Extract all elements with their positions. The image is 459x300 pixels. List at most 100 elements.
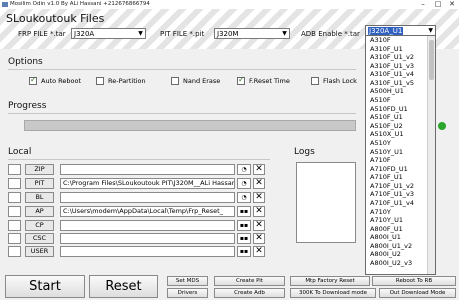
re-partition-checkbox[interactable]: Re-Partition xyxy=(96,77,146,85)
spinner-icon[interactable]: ◔ xyxy=(237,178,251,189)
user-clear-button[interactable]: ✕ xyxy=(253,246,265,257)
300k-to-download-button[interactable]: 300K To Download mode xyxy=(290,288,376,298)
adb-option[interactable]: A710FD_U1 xyxy=(366,165,428,174)
auto-reboot-label: Auto Reboot xyxy=(41,77,82,85)
ap-path-field[interactable]: C:\Users\modem\AppData\Local\Temp\Frp_Re… xyxy=(60,206,235,217)
cp-clear-button[interactable]: ✕ xyxy=(253,220,265,231)
adb-option[interactable]: A710Y xyxy=(366,208,428,217)
title-bar: Mosilim Odin v1.0 By ALi Hassani +212676… xyxy=(0,0,459,9)
dropdown-scrollbar[interactable] xyxy=(427,36,435,274)
adb-option[interactable]: A510F_U1 xyxy=(366,113,428,122)
spinner-icon[interactable]: ◔ xyxy=(237,164,251,175)
adb-option[interactable]: A310F_U1_v3 xyxy=(366,62,428,71)
ap-enable-checkbox[interactable] xyxy=(8,206,21,217)
checkbox-icon xyxy=(96,77,104,85)
bl-clear-button[interactable]: ✕ xyxy=(253,192,265,203)
local-title: Local xyxy=(8,147,32,157)
close-button[interactable]: ✕ xyxy=(445,0,459,9)
user-enable-checkbox[interactable] xyxy=(8,246,21,257)
auto-reboot-checkbox[interactable]: Auto Reboot xyxy=(29,75,82,85)
reboot-to-rb-button[interactable]: Reboot To RB xyxy=(372,276,456,286)
frp-file-value: J320A xyxy=(74,30,95,38)
adb-option[interactable]: A800I_U1_v2 xyxy=(366,242,428,251)
zip-enable-checkbox[interactable] xyxy=(8,164,21,175)
adb-option[interactable]: A510F xyxy=(366,96,428,105)
adb-option[interactable]: A710F_U1_v3 xyxy=(366,190,428,199)
csc-clear-button[interactable]: ✕ xyxy=(253,233,265,244)
bl-file-button[interactable]: BL xyxy=(25,192,54,203)
adb-enable-label: ADB Enable *.tar xyxy=(301,30,360,38)
bl-path-field[interactable] xyxy=(60,192,235,203)
chevron-down-icon: ▼ xyxy=(138,30,143,37)
adb-option[interactable]: A310F_U1_v5 xyxy=(366,79,428,88)
csc-path-field[interactable] xyxy=(60,233,235,244)
flash-lock-label: Flash Lock xyxy=(323,77,357,85)
user-file-button[interactable]: USER xyxy=(25,246,54,257)
flash-lock-checkbox[interactable]: Flash Lock xyxy=(311,77,357,85)
pit-file-button[interactable]: PIT xyxy=(25,178,54,189)
csc-file-button[interactable]: CSC xyxy=(25,233,54,244)
cp-path-field[interactable] xyxy=(60,220,235,231)
checkbox-icon xyxy=(311,77,319,85)
adb-enable-dropdown[interactable]: J320A_U1 ▼ A310F A310F_U1 A310F_U1_v2 A310F… xyxy=(365,25,436,275)
adb-option[interactable]: A800I_U2_v3 xyxy=(366,259,428,268)
browse-icon[interactable]: ▪▪ xyxy=(237,206,251,217)
pit-clear-button[interactable]: ✕ xyxy=(253,178,265,189)
maximize-button[interactable]: □ xyxy=(431,0,445,9)
start-button[interactable]: Start xyxy=(5,275,85,298)
set-mds-button[interactable]: Set MDS xyxy=(167,276,208,286)
ap-file-button[interactable]: AP xyxy=(25,206,54,217)
adb-option[interactable]: A710F_U1_v2 xyxy=(366,182,428,191)
adb-option[interactable]: A710F xyxy=(366,156,428,165)
adb-option[interactable]: A310F_U1_v2 xyxy=(366,53,428,62)
minimize-button[interactable]: – xyxy=(416,0,430,9)
adb-option[interactable]: A310F xyxy=(366,36,428,45)
adb-selected-value[interactable]: J320A_U1 ▼ xyxy=(366,26,435,36)
adb-option[interactable]: A800F_U1 xyxy=(366,225,428,234)
checkbox-checked-icon xyxy=(29,75,37,85)
browse-icon[interactable]: ▪▪ xyxy=(237,246,251,257)
mtp-factory-reset-button[interactable]: Mtp Factory Reset xyxy=(290,276,370,286)
create-pit-button[interactable]: Create Pit xyxy=(214,276,285,286)
local-divider xyxy=(8,159,270,160)
drivers-button[interactable]: Drivers xyxy=(167,288,208,298)
out-download-mode-button[interactable]: Out Download Mode xyxy=(379,288,456,298)
zip-file-button[interactable]: ZIP xyxy=(25,164,54,175)
cp-file-button[interactable]: CP xyxy=(25,220,54,231)
pit-enable-checkbox[interactable] xyxy=(8,178,21,189)
adb-option[interactable]: A310F_U1_v4 xyxy=(366,70,428,79)
adb-option[interactable]: A510Y_U1 xyxy=(366,148,428,157)
adb-option[interactable]: A710F_U1_v4 xyxy=(366,199,428,208)
reset-button[interactable]: Reset xyxy=(89,275,158,298)
spinner-icon[interactable]: ◔ xyxy=(237,192,251,203)
adb-option[interactable]: A800I_U2 xyxy=(366,250,428,259)
browse-icon[interactable]: ▪▪ xyxy=(237,220,251,231)
adb-option[interactable]: A710Y_U1 xyxy=(366,216,428,225)
adb-option[interactable]: A510F_U2 xyxy=(366,122,428,131)
pit-path-field[interactable]: C:\Program Files\SLoukoutouk PIT\J320M__… xyxy=(60,178,235,189)
csc-enable-checkbox[interactable] xyxy=(8,233,21,244)
zip-clear-button[interactable]: ✕ xyxy=(253,164,265,175)
scrollbar-thumb[interactable] xyxy=(429,40,434,80)
adb-option[interactable]: A710F_U1 xyxy=(366,173,428,182)
logs-textarea[interactable] xyxy=(296,162,356,243)
adb-option[interactable]: A310F_U1 xyxy=(366,45,428,54)
cp-enable-checkbox[interactable] xyxy=(8,220,21,231)
options-title: Options xyxy=(8,57,43,67)
create-adb-button[interactable]: Create Adb xyxy=(214,288,285,298)
ap-clear-button[interactable]: ✕ xyxy=(253,206,265,217)
nand-erase-checkbox[interactable]: Nand Erase xyxy=(171,77,220,85)
user-path-field[interactable] xyxy=(60,246,235,257)
chevron-down-icon: ▼ xyxy=(428,27,433,34)
bl-enable-checkbox[interactable] xyxy=(8,192,21,203)
pit-file-combo[interactable]: J320M ▼ xyxy=(214,28,290,39)
adb-option[interactable]: A510FD_U1 xyxy=(366,105,428,114)
adb-option[interactable]: A510Y xyxy=(366,139,428,148)
zip-path-field[interactable] xyxy=(60,164,235,175)
adb-option[interactable]: A510X_U1 xyxy=(366,130,428,139)
adb-option[interactable]: A800I_U1 xyxy=(366,233,428,242)
browse-icon[interactable]: ▪▪ xyxy=(237,233,251,244)
frp-file-combo[interactable]: J320A ▼ xyxy=(71,28,146,39)
adb-option[interactable]: A500H_U1 xyxy=(366,87,428,96)
f-reset-time-checkbox[interactable]: F.Reset Time xyxy=(237,75,290,85)
